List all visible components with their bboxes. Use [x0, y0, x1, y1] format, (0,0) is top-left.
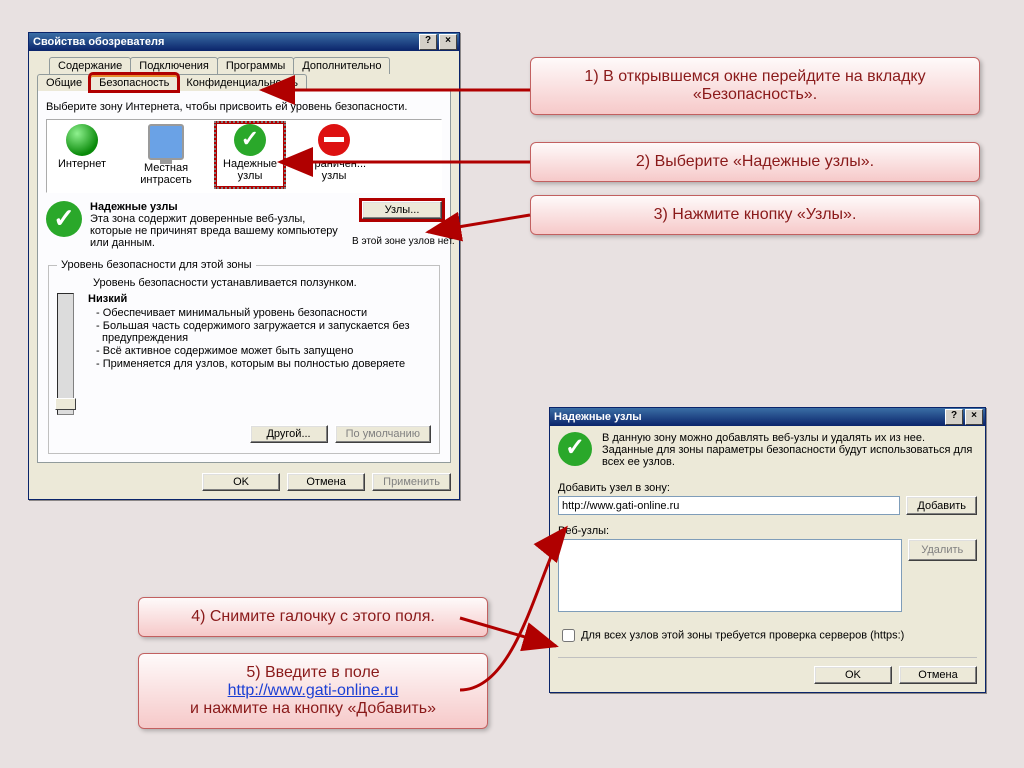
default-level-button[interactable]: По умолчанию: [335, 425, 431, 443]
monitor-icon: [148, 124, 184, 160]
require-https-checkbox[interactable]: [562, 629, 575, 642]
selected-zone-name: Надежные узлы: [90, 201, 344, 213]
trusted-sites-window: Надежные узлы ? × ✓ В данную зону можно …: [549, 407, 986, 693]
apply-button[interactable]: Применить: [372, 473, 451, 491]
level-hint: Уровень безопасности устанавливается пол…: [93, 277, 431, 289]
zone-label: Местная интрасеть: [133, 162, 199, 186]
cancel-button[interactable]: Отмена: [287, 473, 365, 491]
tab-programs[interactable]: Программы: [217, 57, 294, 74]
zone-internet[interactable]: Интернет: [49, 124, 115, 186]
close-button[interactable]: ×: [965, 409, 983, 425]
tab-connections[interactable]: Подключения: [130, 57, 218, 74]
callout-step-3: 3) Нажмите кнопку «Узлы».: [530, 195, 980, 235]
cancel-button[interactable]: Отмена: [899, 666, 977, 684]
zone-status: В этой зоне узлов нет.: [352, 236, 442, 247]
callout-step-4: 4) Снимите галочку с этого поля.: [138, 597, 488, 637]
websites-label: Веб-узлы:: [558, 525, 977, 537]
callout-step-5: 5) Введите в поле http://www.gati-online…: [138, 653, 488, 729]
group-label: Уровень безопасности для этой зоны: [57, 259, 256, 271]
tab-privacy[interactable]: Конфиденциальность: [177, 74, 307, 91]
add-site-label: Добавить узел в зону:: [558, 482, 977, 494]
zone-label: Ограничен... узлы: [301, 158, 367, 182]
tab-security[interactable]: Безопасность: [90, 74, 178, 91]
stop-icon: [318, 124, 350, 156]
selected-zone-desc: Эта зона содержит доверенные веб-узлы, к…: [90, 213, 338, 249]
ok-button[interactable]: OK: [814, 666, 892, 684]
remove-button[interactable]: Удалить: [908, 539, 978, 561]
callout-url-link[interactable]: http://www.gati-online.ru: [228, 682, 399, 699]
check-icon: [234, 124, 266, 156]
tabs: Содержание Подключения Программы Дополни…: [37, 57, 451, 91]
callout-step-1: 1) В открывшемся окне перейдите на вклад…: [530, 57, 980, 115]
help-button[interactable]: ?: [945, 409, 963, 425]
tab-advanced[interactable]: Дополнительно: [293, 57, 390, 74]
add-site-input[interactable]: [558, 496, 900, 515]
zone-prompt: Выберите зону Интернета, чтобы присвоить…: [46, 101, 442, 113]
security-level-slider[interactable]: [57, 293, 74, 415]
zone-label: Надежные узлы: [217, 158, 283, 182]
intro-text: В данную зону можно добавлять веб-узлы и…: [602, 432, 977, 468]
security-level-group: Уровень безопасности для этой зоны Урове…: [48, 259, 440, 454]
help-button[interactable]: ?: [419, 34, 437, 50]
custom-level-button[interactable]: Другой...: [250, 425, 328, 443]
zone-restricted[interactable]: Ограничен... узлы: [301, 124, 367, 186]
titlebar[interactable]: Свойства обозревателя ? ×: [29, 33, 459, 51]
globe-icon: [66, 124, 98, 156]
ok-button[interactable]: OK: [202, 473, 280, 491]
close-button[interactable]: ×: [439, 34, 457, 50]
websites-list[interactable]: [558, 539, 902, 612]
check-icon: ✓: [558, 432, 592, 466]
add-button[interactable]: Добавить: [906, 496, 977, 515]
titlebar[interactable]: Надежные узлы ? ×: [550, 408, 985, 426]
window-title: Свойства обозревателя: [33, 36, 164, 48]
security-tab-panel: Выберите зону Интернета, чтобы присвоить…: [37, 90, 451, 463]
tab-content[interactable]: Содержание: [49, 57, 131, 74]
zone-trusted[interactable]: Надежные узлы: [217, 124, 283, 186]
check-icon: ✓: [46, 201, 82, 237]
zone-intranet[interactable]: Местная интрасеть: [133, 124, 199, 186]
level-points: - Обеспечивает минимальный уровень безоп…: [88, 307, 431, 370]
internet-options-window: Свойства обозревателя ? × Содержание Под…: [28, 32, 460, 500]
callout-step-2: 2) Выберите «Надежные узлы».: [530, 142, 980, 182]
require-https-label: Для всех узлов этой зоны требуется прове…: [581, 629, 904, 641]
window-title: Надежные узлы: [554, 411, 642, 423]
sites-button[interactable]: Узлы...: [362, 201, 442, 219]
zone-selector: Интернет Местная интрасеть Надежные узлы…: [46, 119, 442, 193]
zone-label: Интернет: [49, 158, 115, 170]
level-name: Низкий: [88, 293, 127, 305]
tab-general[interactable]: Общие: [37, 74, 91, 91]
